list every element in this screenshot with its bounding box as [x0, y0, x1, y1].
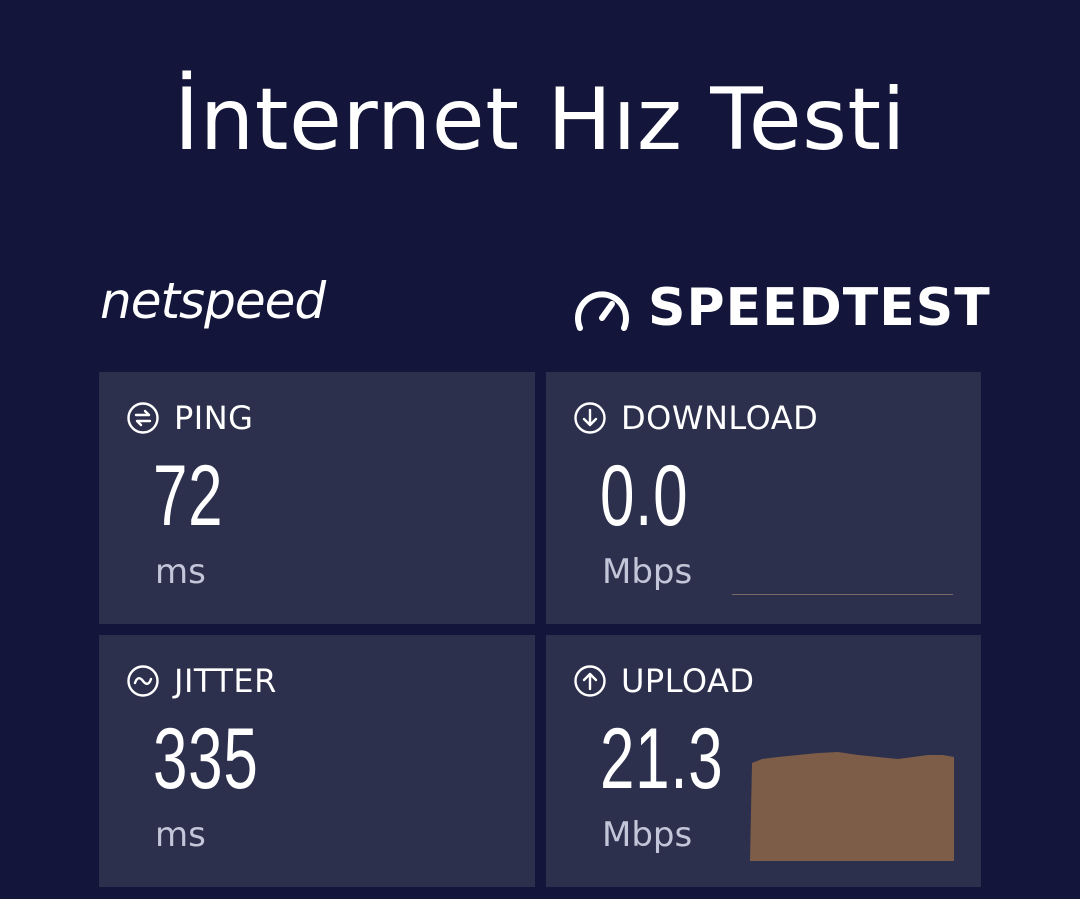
download-header: DOWNLOAD: [573, 400, 818, 436]
netspeed-logo: netspeed: [98, 274, 354, 336]
speedtest-gauge-icon: [575, 291, 629, 331]
download-label: DOWNLOAD: [621, 399, 819, 437]
page-title: İnternet Hız Testi: [173, 70, 907, 170]
jitter-header: JITTER: [126, 663, 277, 699]
download-value: 0.0: [600, 448, 689, 544]
jitter-unit: ms: [155, 815, 206, 855]
upload-unit: Mbps: [602, 815, 693, 855]
jitter-icon: [127, 665, 159, 697]
download-unit: Mbps: [602, 552, 693, 592]
download-card: DOWNLOAD 0.0 Mbps: [546, 372, 981, 624]
download-graph-baseline: [732, 594, 953, 595]
upload-header: UPLOAD: [573, 663, 755, 699]
upload-card: UPLOAD 21.3 Mbps: [546, 635, 981, 887]
upload-arrow-icon: [574, 665, 606, 697]
upload-value: 21.3: [600, 711, 724, 807]
speed-test-page: İnternet Hız Testi netspeed SPEEDTEST ® …: [0, 0, 1080, 899]
jitter-value: 335: [153, 711, 259, 807]
jitter-label: JITTER: [174, 662, 277, 700]
ping-icon: [127, 402, 159, 434]
ping-unit: ms: [155, 552, 206, 592]
jitter-card: JITTER 335 ms: [99, 635, 535, 887]
download-arrow-icon: [574, 402, 606, 434]
ping-card: PING 72 ms: [99, 372, 535, 624]
speedtest-logo: SPEEDTEST ®: [572, 278, 992, 338]
upload-speed-graph: [750, 752, 954, 861]
ping-header: PING: [126, 400, 253, 436]
upload-label: UPLOAD: [621, 662, 755, 700]
svg-text:netspeed: netspeed: [100, 274, 326, 330]
registered-mark: ®: [976, 286, 986, 297]
speedtest-wordmark: SPEEDTEST: [648, 278, 991, 338]
ping-value: 72: [153, 448, 224, 544]
ping-label: PING: [174, 399, 254, 437]
